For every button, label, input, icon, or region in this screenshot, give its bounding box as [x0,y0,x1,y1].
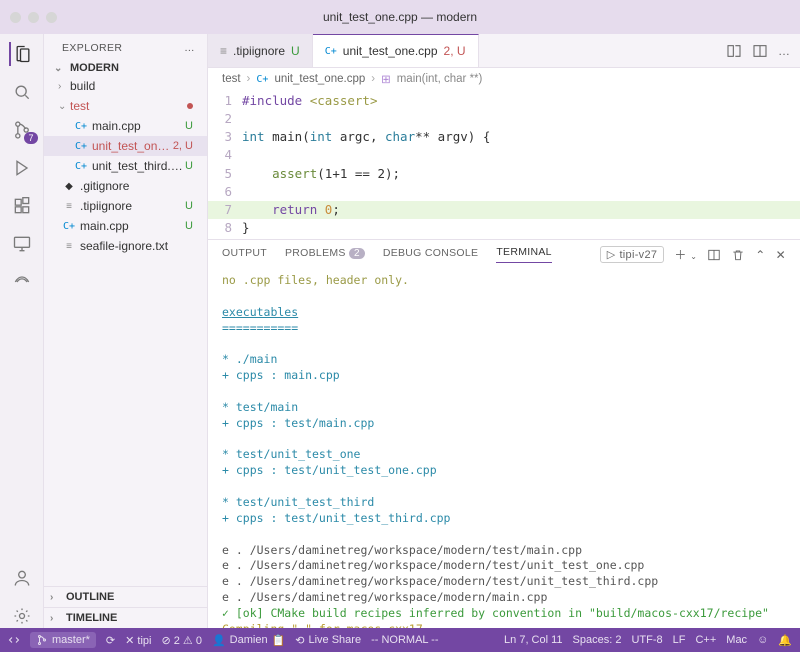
file-unit-test-one[interactable]: C+unit_test_one.cpp2, U [44,136,207,156]
timeline-section[interactable]: ›TIMELINE [44,607,207,628]
search-icon[interactable] [10,80,34,104]
status-live-share[interactable]: ⟲ Live Share [295,634,361,647]
file-tree: ›build ⌄test C+main.cppU C+unit_test_one… [44,76,207,256]
editor-tabs: ≡.tipiignoreU C+unit_test_one.cpp2, U … [208,34,800,68]
panel: OUTPUT PROBLEMS 2 DEBUG CONSOLE TERMINAL… [208,239,800,628]
status-indent[interactable]: Spaces: 2 [573,634,622,646]
file-seafile-ignore[interactable]: ≡seafile-ignore.txt [44,236,207,256]
file-tipiignore[interactable]: ≡.tipiignoreU [44,196,207,216]
explorer-icon[interactable] [9,42,33,66]
folder-test[interactable]: ⌄test [44,96,207,116]
window-title: unit_test_one.cpp — modern [323,10,477,24]
file-unit-test-third[interactable]: C+unit_test_third.cppU [44,156,207,176]
tab-output[interactable]: OUTPUT [222,247,267,263]
status-eol[interactable]: LF [673,634,686,646]
status-tipi[interactable]: ✕ tipi [125,634,151,647]
split-editor-icon[interactable] [752,43,768,59]
tab-terminal[interactable]: TERMINAL [496,246,552,263]
sidebar: EXPLORER … ⌄MODERN ›build ⌄test C+main.c… [44,34,208,628]
feedback-icon[interactable]: ☺ [757,634,768,646]
status-user[interactable]: 👤 Damien 📋 [212,634,285,647]
window-controls[interactable] [10,12,57,23]
split-terminal-icon[interactable] [707,248,721,262]
sync-icon[interactable]: ⟳ [106,634,115,647]
compare-icon[interactable] [726,43,742,59]
file-root-main[interactable]: C+main.cppU [44,216,207,236]
breadcrumb[interactable]: test› C+unit_test_one.cpp› ⊞main(int, ch… [208,68,800,90]
settings-icon[interactable] [10,604,34,628]
run-debug-icon[interactable] [10,156,34,180]
status-encoding[interactable]: UTF-8 [631,634,662,646]
explorer-more-icon[interactable]: … [184,42,195,54]
tab-tipiignore[interactable]: ≡.tipiignoreU [208,34,313,67]
source-control-icon[interactable]: 7 [10,118,34,142]
project-section[interactable]: ⌄MODERN [44,60,207,76]
tab-unit-test-one[interactable]: C+unit_test_one.cpp2, U [313,34,479,67]
explorer-title: EXPLORER [62,42,122,54]
more-actions-icon[interactable]: … [778,44,790,58]
status-os[interactable]: Mac [726,634,747,646]
maximize-panel-icon[interactable]: ⌃ [755,248,765,262]
terminal[interactable]: no .cpp files, header only. executables … [208,269,800,628]
titlebar: unit_test_one.cpp — modern [0,0,800,34]
extensions-icon[interactable] [10,194,34,218]
terminal-shell-select[interactable]: ▷tipi-v27 [600,246,665,263]
status-language[interactable]: C++ [695,634,716,646]
file-gitignore[interactable]: ◆.gitignore [44,176,207,196]
status-cursor[interactable]: Ln 7, Col 11 [504,634,563,646]
remote-indicator[interactable] [8,634,20,646]
outline-section[interactable]: ›OUTLINE [44,586,207,607]
new-terminal-icon[interactable]: ＋ ⌄ [674,246,697,263]
file-main-cpp[interactable]: C+main.cppU [44,116,207,136]
tab-problems[interactable]: PROBLEMS 2 [285,247,365,263]
close-panel-icon[interactable]: ✕ [776,248,786,262]
status-bar: master* ⟳ ✕ tipi ⊘ 2 ⚠ 0 👤 Damien 📋 ⟲ Li… [0,628,800,652]
git-branch[interactable]: master* [30,632,96,648]
tab-debug-console[interactable]: DEBUG CONSOLE [383,247,479,263]
remote-explorer-icon[interactable] [10,232,34,256]
activity-bar: 7 [0,34,44,628]
status-problems[interactable]: ⊘ 2 ⚠ 0 [161,634,201,647]
live-share-icon[interactable] [10,270,34,294]
status-vim-mode: -- NORMAL -- [371,634,438,646]
folder-build[interactable]: ›build [44,76,207,96]
account-icon[interactable] [10,566,34,590]
notifications-icon[interactable]: 🔔 [778,634,792,647]
kill-terminal-icon[interactable] [731,248,745,262]
code-editor[interactable]: 1#include <cassert> 2 3int main(int argc… [208,90,800,239]
